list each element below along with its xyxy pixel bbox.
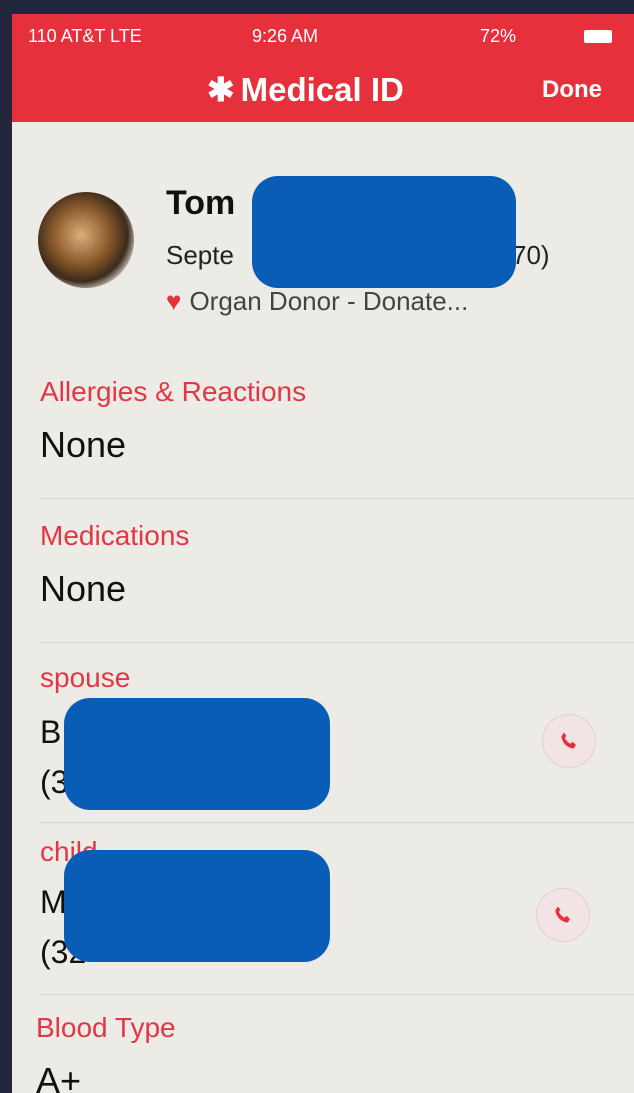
status-battery: 72% bbox=[480, 26, 517, 46]
blood-type-value: A+ bbox=[36, 1060, 82, 1093]
profile-photo bbox=[38, 192, 134, 288]
divider bbox=[40, 498, 634, 499]
organ-donor-text: Organ Donor - Donate... bbox=[189, 286, 469, 316]
call-spouse-button[interactable] bbox=[542, 714, 596, 768]
nav-header: 110 AT&T LTE 9:26 AM 72% ✱ Medical ID Don… bbox=[12, 14, 634, 122]
status-carrier: 110 AT&T LTE bbox=[28, 26, 142, 46]
done-button[interactable]: Done bbox=[542, 76, 602, 104]
allergies-value: None bbox=[40, 424, 127, 465]
divider bbox=[40, 822, 634, 823]
medical-asterisk-icon: ✱ bbox=[207, 71, 235, 108]
status-time: 9:26 AM bbox=[252, 26, 319, 46]
call-child-button[interactable] bbox=[536, 888, 590, 942]
phone-icon bbox=[561, 732, 576, 749]
profile-birthdate-end: 70) bbox=[512, 240, 550, 270]
spouse-name: B bbox=[40, 714, 62, 750]
status-bar: 110 AT&T LTE 9:26 AM 72% bbox=[12, 14, 634, 54]
divider bbox=[40, 642, 634, 643]
child-name: M bbox=[40, 884, 67, 920]
heart-icon: ♥ bbox=[166, 286, 182, 316]
redaction-profile bbox=[252, 176, 516, 288]
medications-value: None bbox=[40, 568, 127, 609]
redaction-child bbox=[64, 850, 330, 962]
page-title: ✱ Medical ID bbox=[207, 70, 404, 109]
page-title-text: Medical ID bbox=[240, 71, 404, 108]
spouse-label: spouse bbox=[40, 662, 131, 693]
phone-screen: 110 AT&T LTE 9:26 AM 72% ✱ Medical ID Don… bbox=[12, 14, 634, 1093]
divider bbox=[40, 994, 634, 995]
medications-label: Medications bbox=[40, 520, 190, 551]
blood-type-label: Blood Type bbox=[36, 1012, 176, 1043]
profile-birthdate-start: Septe bbox=[166, 240, 234, 270]
redaction-spouse bbox=[64, 698, 330, 810]
battery-icon bbox=[584, 30, 612, 43]
allergies-label: Allergies & Reactions bbox=[40, 376, 307, 407]
profile-name: Tom bbox=[166, 184, 236, 222]
phone-icon bbox=[555, 906, 570, 923]
organ-donor-status: ♥ Organ Donor - Donate... bbox=[166, 286, 468, 317]
